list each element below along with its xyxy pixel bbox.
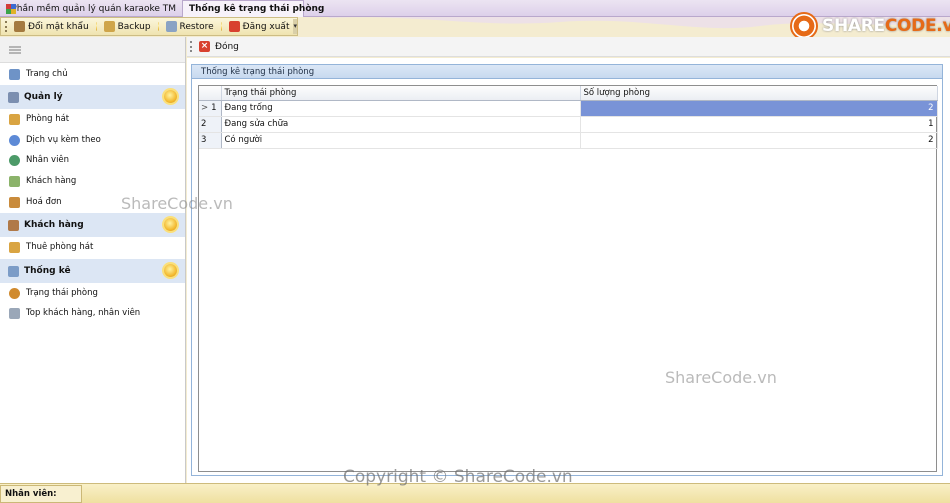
logout-button[interactable]: Đăng xuất [227, 21, 292, 32]
manage-icon [8, 91, 19, 103]
status-bar: Nhân viên: admin [0, 483, 950, 503]
sidebar-item-rent-room[interactable]: Thuê phòng hát [0, 237, 185, 257]
restore-label: Restore [179, 21, 214, 32]
user-key-icon [14, 21, 25, 32]
sidebar-header [0, 37, 185, 63]
row-header[interactable]: 2 [199, 116, 222, 133]
change-password-label: Đổi mật khẩu [28, 21, 89, 32]
sidebar-item-customers[interactable]: Khách hàng [0, 171, 185, 191]
close-icon: × [199, 41, 210, 52]
sharecode-logo-mark-icon [790, 12, 818, 40]
cell-status[interactable]: Đang sửa chữa [221, 116, 581, 133]
statistics-icon [8, 265, 19, 277]
cell-count[interactable]: 2 [580, 100, 938, 117]
table-row[interactable]: >1 Đang trống 2 [199, 100, 938, 117]
content-toolbar-grip[interactable] [190, 41, 192, 52]
cell-count[interactable]: 1 [580, 116, 938, 133]
column-header-count[interactable]: Số lượng phòng [580, 86, 938, 101]
sidebar-group-manage[interactable]: Quản lý [0, 85, 185, 109]
tab-room-status-label: Thống kê trạng thái phòng [189, 4, 325, 14]
sidebar-item-label: Hoá đơn [26, 197, 62, 207]
backup-button[interactable]: Backup [102, 21, 153, 32]
sidebar-group-statistics[interactable]: Thống kê [0, 259, 185, 283]
row-header-corner[interactable] [199, 86, 222, 101]
sidebar-item-label: Khách hàng [26, 176, 77, 186]
hamburger-menu-icon[interactable] [9, 45, 21, 54]
sidebar-item-label: Trang chủ [26, 69, 68, 79]
navigation-sidebar: Trang chủ Quản lý Phòng hát Dịch vụ kèm … [0, 37, 186, 483]
sidebar-item-room-status[interactable]: Trạng thái phòng [0, 283, 185, 303]
toolbar-grip[interactable] [5, 21, 7, 32]
content-toolbar: × Đóng [187, 37, 950, 57]
column-header-status[interactable]: Trạng thái phòng [221, 86, 581, 101]
logout-icon [228, 21, 240, 32]
toolbar-separator-icon [95, 22, 97, 31]
row-header[interactable]: 3 [199, 132, 222, 149]
sidebar-group-label: Thống kê [24, 266, 71, 276]
services-icon [9, 134, 20, 146]
backup-label: Backup [117, 21, 151, 32]
expand-toggle-icon[interactable] [164, 264, 177, 277]
sidebar-group-label: Khách hàng [24, 220, 84, 230]
sidebar-item-employees[interactable]: Nhân viên [0, 150, 185, 170]
rent-room-icon [9, 241, 20, 253]
toolbar-separator-icon [220, 22, 222, 31]
sidebar-item-label: Trạng thái phòng [26, 288, 98, 298]
sharecode-logo-text: SHARECODE.vn [822, 16, 950, 36]
change-password-button[interactable]: Đổi mật khẩu [12, 21, 91, 32]
cell-status[interactable]: Đang trống [221, 100, 581, 117]
sidebar-item-invoices[interactable]: Hoá đơn [0, 192, 185, 212]
close-button[interactable]: × Đóng [199, 41, 239, 52]
sidebar-item-label: Top khách hàng, nhân viên [26, 308, 141, 318]
cell-count[interactable]: 2 [580, 132, 938, 149]
room-status-icon [9, 287, 20, 299]
room-status-grid[interactable]: Trạng thái phòng Số lượng phòng >1 Đang … [198, 85, 938, 472]
tab-room-status-stats[interactable]: Thống kê trạng thái phòng [182, 0, 324, 17]
tab-app-label: Phần mềm quản lý quán karaoke TM [11, 3, 176, 14]
sidebar-item-services[interactable]: Dịch vụ kèm theo [0, 130, 185, 150]
sidebar-group-label: Quản lý [24, 92, 63, 102]
room-icon [9, 113, 20, 125]
restore-button[interactable]: Restore [164, 21, 216, 32]
groupbox-title: Thống kê trạng thái phòng [192, 65, 942, 79]
employee-icon [9, 154, 20, 166]
restore-icon [165, 21, 177, 32]
sidebar-item-label: Nhân viên [26, 155, 70, 165]
sidebar-group-customers[interactable]: Khách hàng [0, 213, 185, 237]
close-label: Đóng [215, 41, 239, 52]
cell-status[interactable]: Có người [221, 132, 581, 149]
room-status-groupbox: Thống kê trạng thái phòng Trạng thái phò… [191, 64, 943, 476]
home-icon [9, 68, 20, 80]
expand-toggle-icon[interactable] [164, 218, 177, 231]
sidebar-item-top-report[interactable]: Top khách hàng, nhân viên [0, 303, 185, 323]
main-toolbar: Đổi mật khẩu Backup Restore Đăng xuất ▾ [0, 17, 298, 36]
room-status-table: Trạng thái phòng Số lượng phòng >1 Đang … [199, 86, 938, 149]
logout-label: Đăng xuất [242, 21, 290, 32]
table-header-row: Trạng thái phòng Số lượng phòng [199, 86, 938, 101]
sidebar-item-rooms[interactable]: Phòng hát [0, 109, 185, 129]
sidebar-item-label: Dịch vụ kèm theo [26, 135, 101, 145]
row-header[interactable]: >1 [199, 100, 222, 117]
expand-toggle-icon[interactable] [164, 90, 177, 103]
app-logo-icon [6, 3, 16, 14]
customer-icon [9, 175, 20, 187]
table-row[interactable]: 2 Đang sửa chữa 1 [199, 116, 938, 133]
sidebar-item-home[interactable]: Trang chủ [0, 64, 185, 84]
status-user: Nhân viên: admin [0, 485, 82, 503]
table-row[interactable]: 3 Có người 2 [199, 132, 938, 149]
toolbar-overflow-chevron-icon[interactable]: ▾ [293, 19, 297, 34]
current-row-indicator-icon: > [201, 103, 209, 113]
report-icon [9, 307, 20, 319]
sidebar-item-label: Thuê phòng hát [26, 242, 94, 252]
toolbar-separator-icon [157, 22, 159, 31]
tab-app-main[interactable]: Phần mềm quản lý quán karaoke TM [0, 0, 182, 17]
sharecode-logo: SHARECODE.vn [790, 12, 950, 40]
backup-icon [103, 21, 115, 32]
customer-group-icon [8, 219, 19, 231]
invoice-icon [9, 196, 20, 208]
sidebar-item-label: Phòng hát [26, 114, 70, 124]
